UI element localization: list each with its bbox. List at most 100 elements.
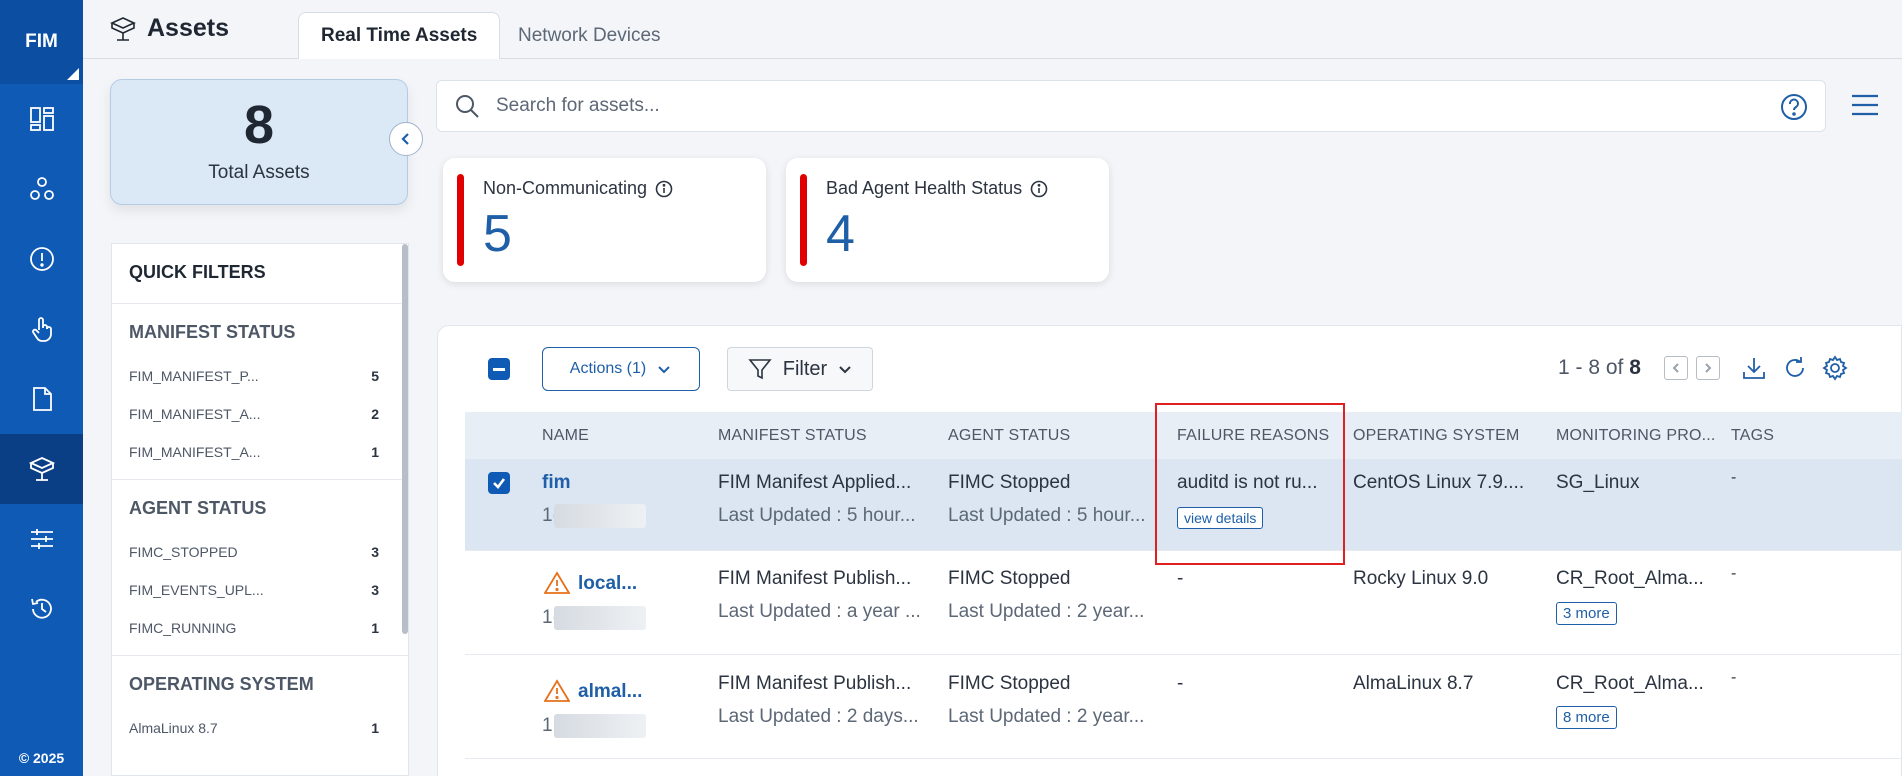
- settings-button[interactable]: [1821, 354, 1849, 382]
- filter-item[interactable]: FIM_EVENTS_UPL... 3: [129, 571, 391, 609]
- monitoring-profile: CR_Root_Alma...: [1556, 568, 1704, 589]
- help-button[interactable]: [1779, 92, 1809, 122]
- page-title-text: Assets: [147, 14, 229, 42]
- metric-accent-bar: [457, 174, 464, 266]
- filter-item-count: 3: [371, 582, 379, 598]
- menu-button[interactable]: [1850, 92, 1880, 118]
- chevron-right-icon: [1705, 363, 1712, 373]
- more-profiles-button[interactable]: 8 more: [1556, 706, 1617, 729]
- column-header-monitoring-profile[interactable]: MONITORING PRO...: [1556, 427, 1716, 445]
- search-bar: [436, 80, 1826, 132]
- filters-scrollbar[interactable]: [402, 244, 408, 634]
- asset-name-link[interactable]: fim: [542, 472, 571, 494]
- filter-item[interactable]: FIM_MANIFEST_A... 1: [129, 433, 391, 471]
- filter-item[interactable]: AlmaLinux 8.7 1: [129, 709, 391, 747]
- redacted-id: [554, 606, 646, 630]
- filter-item-label: FIM_EVENTS_UPL...: [129, 582, 264, 598]
- page-title: Assets: [109, 14, 229, 43]
- logo-corner-icon: [67, 68, 79, 80]
- filter-item[interactable]: FIM_MANIFEST_P... 5: [129, 357, 391, 395]
- nav-settings[interactable]: [0, 504, 83, 574]
- metric-non-communicating[interactable]: Non-Communicating 5: [443, 158, 766, 282]
- filter-item-label: FIM_MANIFEST_A...: [129, 406, 261, 422]
- tags: -: [1731, 469, 1737, 486]
- filter-item[interactable]: FIM_MANIFEST_A... 2: [129, 395, 391, 433]
- info-icon[interactable]: [1030, 180, 1048, 198]
- touch-icon: [31, 317, 52, 342]
- filter-item-label: FIM_MANIFEST_A...: [129, 444, 261, 460]
- manifest-updated: Last Updated : 2 days...: [718, 706, 919, 727]
- nav-dashboard[interactable]: [0, 84, 83, 154]
- table-row[interactable]: local... 1( FIM Manifest Publish... Last…: [465, 551, 1902, 655]
- more-profiles-button[interactable]: 3 more: [1556, 602, 1617, 625]
- search-input[interactable]: [496, 95, 1696, 117]
- nav-history[interactable]: [0, 574, 83, 644]
- asset-name-link[interactable]: almal...: [578, 681, 642, 703]
- filter-item-label: FIMC_RUNNING: [129, 620, 237, 636]
- agent-status: FIMC Stopped: [948, 673, 1071, 694]
- manifest-updated: Last Updated : a year ...: [718, 601, 921, 622]
- nav-documents[interactable]: [0, 364, 83, 434]
- alert-icon: [29, 247, 54, 271]
- row-checkbox[interactable]: [488, 472, 510, 494]
- dashboard-icon: [29, 107, 54, 131]
- download-button[interactable]: [1740, 354, 1768, 382]
- filter-section-agent: AGENT STATUS FIMC_STOPPED 3 FIM_EVENTS_UP…: [112, 480, 408, 656]
- page-header: Assets Real Time Assets Network Devices: [83, 0, 1902, 59]
- nav-assets[interactable]: [0, 434, 83, 504]
- tab-network-devices[interactable]: Network Devices: [496, 12, 683, 59]
- warning-icon: [543, 679, 571, 703]
- column-header-operating-system[interactable]: OPERATING SYSTEM: [1353, 427, 1519, 445]
- filter-dropdown[interactable]: Filter: [727, 347, 873, 391]
- chevron-left-icon: [401, 133, 409, 145]
- redacted-id: [554, 504, 646, 528]
- agent-updated: Last Updated : 2 year...: [948, 601, 1145, 622]
- tags: -: [1731, 669, 1737, 686]
- previous-page-button[interactable]: [1664, 356, 1688, 380]
- column-header-agent-status[interactable]: AGENT STATUS: [948, 427, 1070, 445]
- asset-name-link[interactable]: local...: [578, 573, 637, 595]
- metric-label: Non-Communicating: [483, 178, 673, 199]
- download-icon: [1743, 358, 1765, 379]
- column-header-tags[interactable]: TAGS: [1731, 427, 1774, 445]
- next-page-button[interactable]: [1696, 356, 1720, 380]
- metric-label: Bad Agent Health Status: [826, 178, 1048, 199]
- app-logo[interactable]: FIM: [0, 0, 83, 84]
- pagination-summary: 1 - 8 of 8: [1558, 356, 1641, 380]
- info-icon[interactable]: [655, 180, 673, 198]
- nav-alerts[interactable]: [0, 224, 83, 294]
- table-row[interactable]: almal... 1 FIM Manifest Publish... Last …: [465, 655, 1902, 759]
- column-header-manifest-status[interactable]: MANIFEST STATUS: [718, 427, 867, 445]
- select-all-checkbox[interactable]: [488, 358, 510, 380]
- monitoring-profile: SG_Linux: [1556, 472, 1640, 493]
- tab-real-time-assets[interactable]: Real Time Assets: [298, 12, 501, 59]
- document-icon: [32, 387, 52, 411]
- actions-label: Actions (1): [569, 360, 647, 377]
- filter-section-manifest: MANIFEST STATUS FIM_MANIFEST_P... 5 FIM_M…: [112, 304, 408, 480]
- checkmark-icon: [493, 478, 506, 489]
- filter-item-count: 1: [371, 444, 379, 460]
- nav-touch[interactable]: [0, 294, 83, 364]
- filter-item[interactable]: FIMC_RUNNING 1: [129, 609, 391, 647]
- collapse-panel-button[interactable]: [389, 122, 423, 156]
- filter-item-count: 2: [371, 406, 379, 422]
- manifest-updated: Last Updated : 5 hour...: [718, 505, 916, 526]
- nav-apps[interactable]: [0, 154, 83, 224]
- metric-accent-bar: [800, 174, 807, 266]
- filter-item[interactable]: FIMC_STOPPED 3: [129, 533, 391, 571]
- chevron-left-icon: [1672, 363, 1679, 373]
- filter-section-heading: MANIFEST STATUS: [129, 322, 296, 342]
- column-header-name[interactable]: NAME: [542, 427, 589, 445]
- asset-id: 1: [542, 715, 553, 736]
- failure-reason: -: [1177, 673, 1184, 694]
- failure-reasons-highlight: [1155, 403, 1345, 565]
- filter-section-os: OPERATING SYSTEM AlmaLinux 8.7 1: [112, 656, 408, 755]
- metric-bad-agent-health[interactable]: Bad Agent Health Status 4: [786, 158, 1109, 282]
- pagination-total: 8: [1629, 356, 1641, 379]
- monitoring-profile: CR_Root_Alma...: [1556, 673, 1704, 694]
- actions-dropdown[interactable]: Actions (1): [542, 347, 700, 391]
- refresh-button[interactable]: [1781, 354, 1809, 382]
- filter-item-label: AlmaLinux 8.7: [129, 720, 218, 736]
- assets-icon: [28, 457, 55, 481]
- metric-value: 5: [483, 205, 512, 263]
